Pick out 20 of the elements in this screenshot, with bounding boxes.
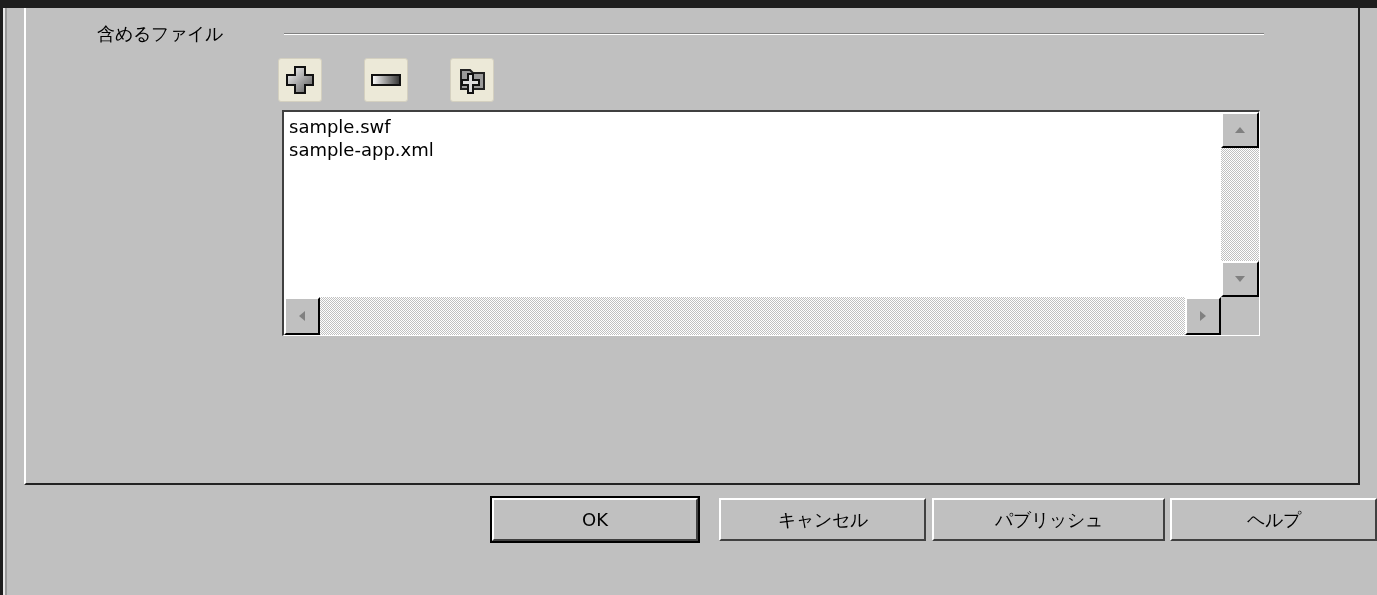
- dialog-button[interactable]: OK: [492, 498, 698, 541]
- up-arrow-icon: [1235, 127, 1245, 133]
- section-label: 含めるファイル: [97, 22, 224, 46]
- dialog-button[interactable]: ヘルプ: [1170, 498, 1377, 541]
- remove-file-button[interactable]: [364, 58, 408, 102]
- add-folder-button[interactable]: [450, 58, 494, 102]
- file-list[interactable]: sample.swf sample-app.xml: [282, 110, 1260, 336]
- vertical-scrollbar[interactable]: [1221, 112, 1259, 297]
- file-item[interactable]: sample-app.xml: [289, 138, 1216, 161]
- down-arrow-icon: [1235, 276, 1245, 282]
- dialog-button[interactable]: パブリッシュ: [932, 498, 1165, 541]
- file-item[interactable]: sample.swf: [289, 115, 1216, 138]
- left-arrow-icon: [299, 311, 305, 321]
- minus-icon: [370, 73, 402, 87]
- horizontal-scrollbar[interactable]: [284, 297, 1221, 335]
- dialog-button[interactable]: キャンセル: [719, 498, 926, 541]
- plus-icon: [284, 64, 316, 96]
- scrollbar-corner: [1221, 297, 1259, 335]
- right-arrow-icon: [1200, 311, 1206, 321]
- add-file-button[interactable]: [278, 58, 322, 102]
